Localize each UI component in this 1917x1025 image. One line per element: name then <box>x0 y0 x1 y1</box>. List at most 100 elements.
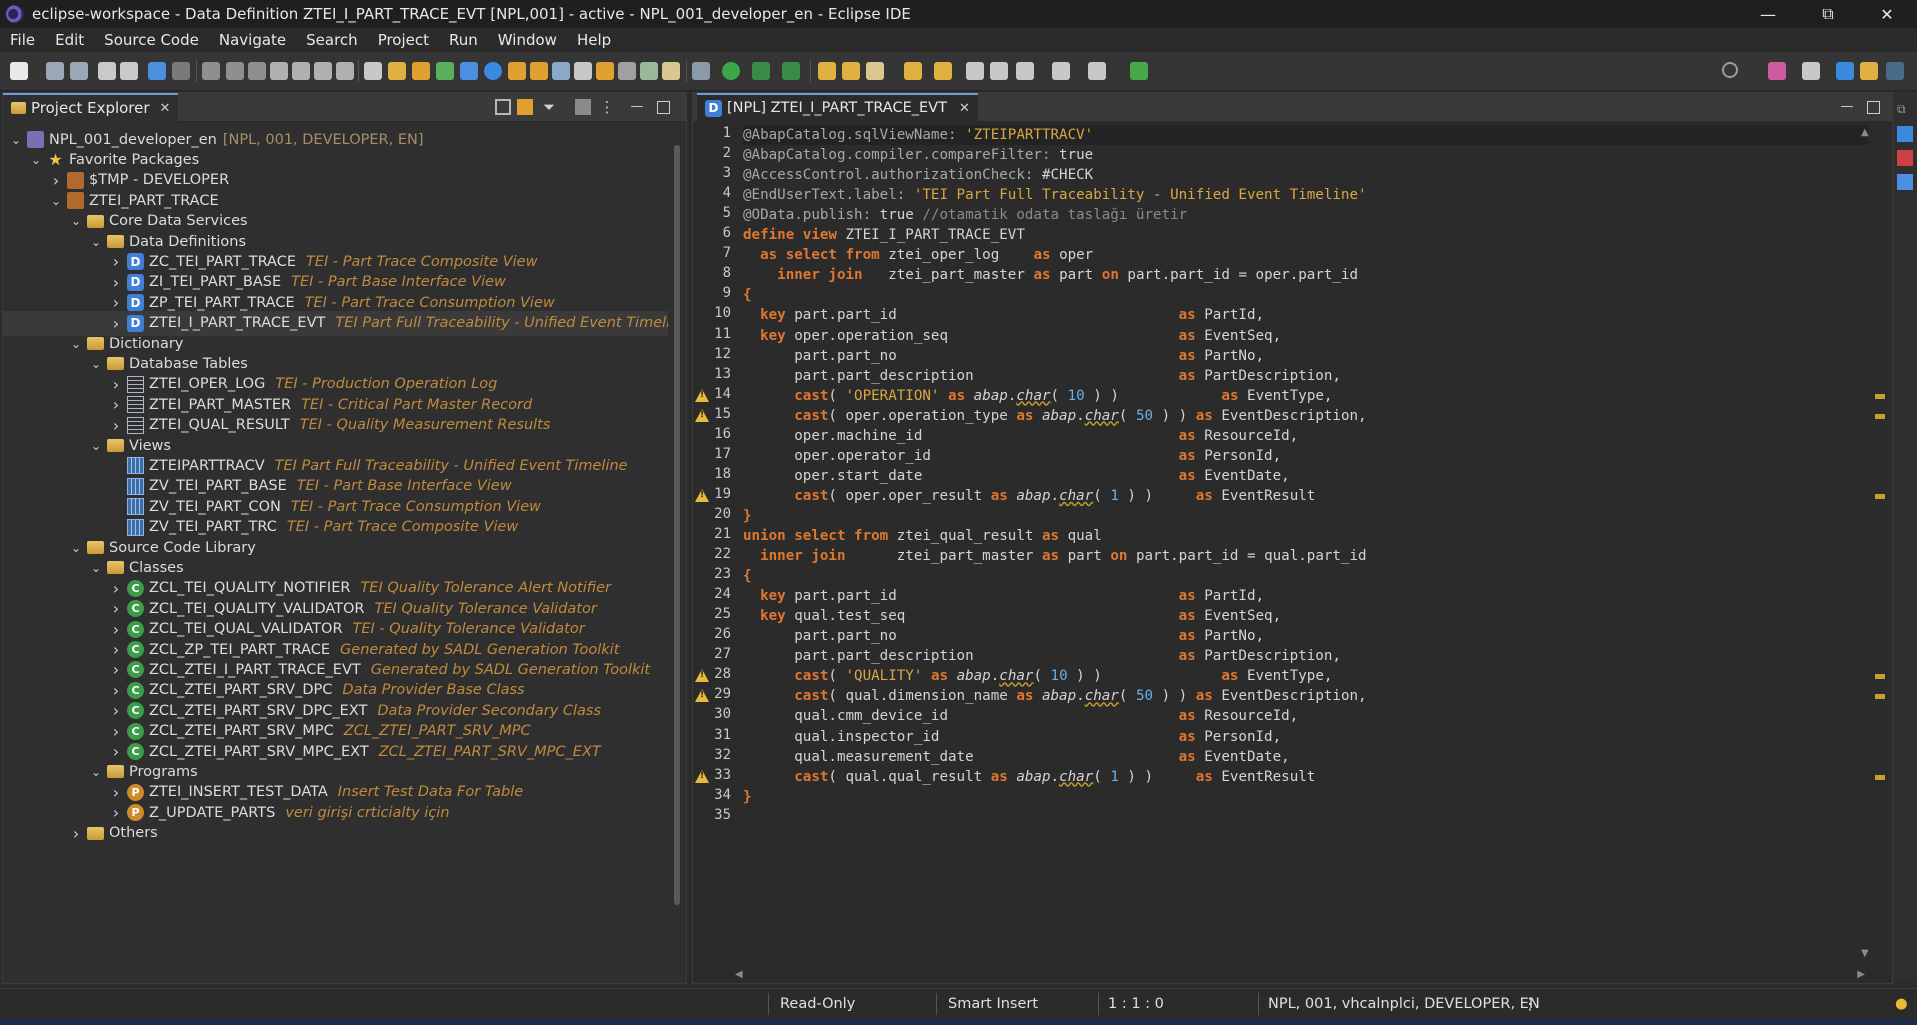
menu-edit[interactable]: Edit <box>45 31 94 49</box>
code-area[interactable]: @AbapCatalog.sqlViewName: 'ZTEIPARTTRACV… <box>743 123 1873 963</box>
menu-project[interactable]: Project <box>368 31 439 49</box>
undo-icon[interactable] <box>98 62 116 80</box>
next-annotation-icon[interactable] <box>904 62 922 80</box>
maximize-button[interactable]: ⧉ <box>1798 0 1858 28</box>
link-with-editor-icon[interactable] <box>517 99 533 115</box>
minimize-view-icon[interactable]: — <box>629 99 645 115</box>
code-line[interactable]: union select from ztei_qual_result as qu… <box>743 526 1102 546</box>
toggle-mark-icon[interactable] <box>148 62 166 80</box>
abap-perspective-icon[interactable] <box>1886 62 1904 80</box>
collapse-all-icon[interactable] <box>495 99 511 115</box>
prev-annotation-icon[interactable] <box>934 62 952 80</box>
chevron-right-icon[interactable]: › <box>109 252 123 271</box>
step-over-icon[interactable] <box>314 62 332 80</box>
menu-navigate[interactable]: Navigate <box>209 31 296 49</box>
code-line[interactable]: key qual.test_seq as EventSeq, <box>743 606 1281 626</box>
highlight-icon[interactable] <box>866 62 884 80</box>
overview-warning-marker[interactable] <box>1875 774 1885 780</box>
code-line[interactable]: key part.part_id as PartId, <box>743 586 1264 606</box>
code-line[interactable]: cast( oper.operation_type as abap.char( … <box>743 406 1366 426</box>
open-type-icon[interactable] <box>818 62 836 80</box>
system-icon[interactable] <box>618 62 636 80</box>
redo-icon[interactable] <box>120 62 138 80</box>
chevron-right-icon[interactable]: › <box>109 579 123 598</box>
editor-vertical-scrollbar[interactable]: ▲ ▼ <box>1859 123 1871 963</box>
search-help-icon[interactable] <box>640 62 658 80</box>
chevron-right-icon[interactable]: › <box>49 171 63 190</box>
properties-icon[interactable] <box>1897 174 1913 190</box>
view-menu-icon[interactable]: ⋮ <box>599 99 615 115</box>
chevron-down-icon[interactable]: ⌄ <box>49 194 63 208</box>
chevron-right-icon[interactable]: › <box>109 701 123 720</box>
code-line[interactable]: cast( 'QUALITY' as abap.char( 10 ) ) as … <box>743 666 1332 686</box>
chevron-down-icon[interactable]: ⌄ <box>9 133 23 147</box>
chevron-right-icon[interactable]: › <box>109 416 123 435</box>
code-line[interactable]: key oper.operation_seq as EventSeq, <box>743 326 1281 346</box>
code-line[interactable]: } <box>743 787 752 807</box>
restore-icon[interactable]: ⧉ <box>1897 102 1913 118</box>
save-icon[interactable] <box>46 62 64 80</box>
open-console-icon[interactable] <box>1130 62 1148 80</box>
overview-warning-marker[interactable] <box>1875 694 1885 700</box>
atc-icon[interactable] <box>484 62 502 80</box>
code-line[interactable]: qual.inspector_id as PersonId, <box>743 727 1281 747</box>
code-line[interactable]: inner join ztei_part_master as part on p… <box>743 546 1366 566</box>
warning-icon[interactable] <box>695 408 709 422</box>
forward-icon[interactable] <box>1052 62 1070 80</box>
tree-item[interactable]: › Others <box>3 821 158 846</box>
code-line[interactable]: part.part_no as PartNo, <box>743 346 1264 366</box>
minimize-button[interactable]: — <box>1738 0 1798 28</box>
code-line[interactable]: qual.cmm_device_id as ResourceId, <box>743 706 1298 726</box>
resume-icon[interactable] <box>202 62 220 80</box>
debug-icon[interactable] <box>692 62 710 80</box>
warning-icon[interactable] <box>695 388 709 402</box>
chevron-right-icon[interactable]: › <box>109 395 123 414</box>
chevron-down-icon[interactable]: ⌄ <box>69 214 83 228</box>
terminate-icon[interactable] <box>248 62 266 80</box>
chevron-down-icon[interactable]: ⌄ <box>89 357 103 371</box>
pin-icon[interactable] <box>990 62 1008 80</box>
suspend-icon[interactable] <box>226 62 244 80</box>
code-line[interactable]: { <box>743 285 752 305</box>
package-icon[interactable] <box>596 62 614 80</box>
focus-icon[interactable] <box>575 99 591 115</box>
ddic-icon[interactable] <box>508 62 526 80</box>
overview-warning-marker[interactable] <box>1875 393 1885 399</box>
code-line[interactable]: @OData.publish: true //otamatik odata ta… <box>743 205 1187 225</box>
code-line[interactable]: @EndUserText.label: 'TEI Part Full Trace… <box>743 185 1367 205</box>
code-line[interactable]: { <box>743 566 752 586</box>
chevron-right-icon[interactable]: › <box>109 783 123 802</box>
save-all-icon[interactable] <box>70 62 88 80</box>
scroll-left-icon[interactable]: ◀ <box>735 969 743 980</box>
warning-icon[interactable] <box>695 689 709 703</box>
activate-all-icon[interactable] <box>460 62 478 80</box>
java-perspective-icon[interactable] <box>1836 62 1854 80</box>
close-tab-icon[interactable]: ✕ <box>160 101 171 116</box>
chevron-down-icon[interactable]: ⌄ <box>89 439 103 453</box>
chevron-right-icon[interactable]: › <box>109 273 123 292</box>
outline-icon[interactable] <box>1897 126 1913 142</box>
run-icon[interactable] <box>722 62 740 80</box>
transport-icon[interactable] <box>530 62 548 80</box>
tab-ztei-i-part-trace-evt[interactable]: D [NPL] ZTEI_I_PART_TRACE_EVT ✕ <box>697 93 978 121</box>
chevron-down-icon[interactable]: ⌄ <box>89 765 103 779</box>
code-line[interactable]: part.part_description as PartDescription… <box>743 646 1341 666</box>
status-menu-icon[interactable]: ⋮ <box>1522 989 1538 1019</box>
code-line[interactable]: oper.machine_id as ResourceId, <box>743 426 1298 446</box>
code-line[interactable]: inner join ztei_part_master as part on p… <box>743 265 1358 285</box>
last-edit-icon[interactable] <box>966 62 984 80</box>
code-line[interactable]: as select from ztei_oper_log as oper <box>743 245 1093 265</box>
chevron-down-icon[interactable]: ⌄ <box>89 561 103 575</box>
chevron-right-icon[interactable]: › <box>109 681 123 700</box>
lock-icon[interactable] <box>574 62 592 80</box>
code-line[interactable]: define view ZTEI_I_PART_TRACE_EVT <box>743 225 1025 245</box>
open-object-icon[interactable] <box>412 62 430 80</box>
code-line[interactable]: oper.start_date as EventDate, <box>743 466 1289 486</box>
warning-icon[interactable] <box>695 769 709 783</box>
code-line[interactable]: cast( 'OPERATION' as abap.char( 10 ) ) a… <box>743 386 1332 406</box>
chevron-right-icon[interactable]: › <box>109 803 123 822</box>
overview-warning-marker[interactable] <box>1875 413 1885 419</box>
open-resource-icon[interactable] <box>842 62 860 80</box>
run-config-icon[interactable] <box>752 62 770 80</box>
activate-icon[interactable] <box>388 62 406 80</box>
